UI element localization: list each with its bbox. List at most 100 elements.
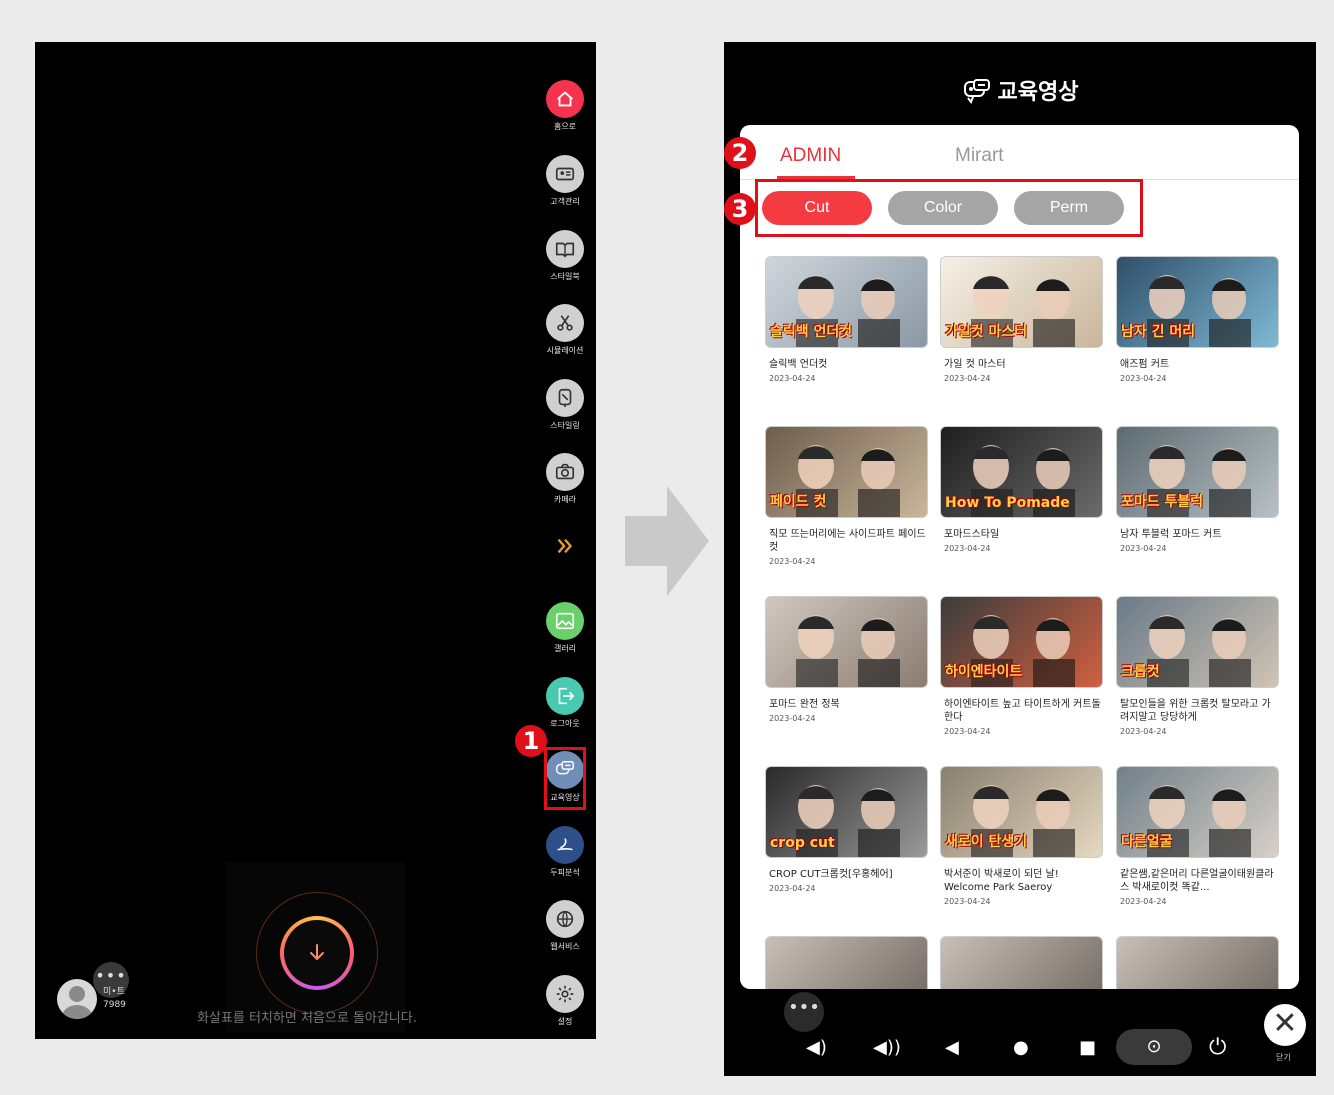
video-card[interactable]: 페이드 컷직모 뜨는머리에는 사이드파트 페이드컷 2023-04-24	[765, 426, 928, 566]
download-button[interactable]	[280, 916, 354, 990]
menu-item-home[interactable]: 홈으로	[543, 80, 587, 132]
video-panel: ADMIN Mirart Cut Color Perm 슬릭백 언더컷 슬릭백 언더컷…	[740, 125, 1299, 989]
avatar[interactable]	[57, 979, 97, 1019]
annotation-badge-3: 3	[724, 193, 756, 225]
video-date: 2023-04-24	[944, 897, 991, 906]
book-icon	[546, 230, 584, 268]
double-chevron-icon	[546, 527, 584, 565]
video-title: 하이엔타이트 높고 타이트하게 커트돌한다	[944, 699, 1101, 723]
scalp-icon	[546, 826, 584, 864]
video-thumbnail[interactable]: 남자 긴 머리	[1116, 256, 1279, 348]
video-date: 2023-04-24	[944, 727, 991, 736]
video-date: 2023-04-24	[769, 374, 816, 383]
video-date: 2023-04-24	[944, 374, 991, 383]
video-thumbnail[interactable]: 하이엔타이트	[940, 596, 1103, 688]
video-title: 같은쌤,같은머리 다른얼굴이태원클라스 박새로이컷 똑같...	[1120, 869, 1274, 893]
video-date: 2023-04-24	[1120, 374, 1167, 383]
scissors-icon	[546, 304, 584, 342]
video-date: 2023-04-24	[944, 544, 991, 553]
thumbnail-caption: 가일컷 마스터	[945, 324, 1028, 340]
menu-item-globe[interactable]: 웹서비스	[543, 900, 587, 952]
menu-label: 스타일링	[550, 421, 580, 430]
video-card[interactable]: 새로이 탄생기박서준이 박새로이 되던 날! Welcome Park Saer…	[940, 766, 1103, 906]
arrow-down-icon	[310, 944, 324, 961]
annotation-badge-1: 1	[515, 725, 547, 757]
video-thumbnail[interactable]: 슬릭백 언더컷	[765, 256, 928, 348]
highlight-box-chips	[755, 179, 1143, 237]
id-card-icon	[546, 155, 584, 193]
system-nav-bar: ◀︎) ◀︎)) ◀ ● ■ ⊙ ⏻	[724, 1029, 1316, 1077]
more-dots-button[interactable]: •••	[784, 992, 824, 1032]
menu-item-double-chevron[interactable]	[543, 527, 587, 565]
video-card[interactable]: 슬릭백 언더컷 슬릭백 언더컷 2023-04-24	[765, 256, 928, 383]
thumbnail-caption: crop cut	[770, 835, 835, 851]
video-thumbnail[interactable]: 새로이 탄생기	[940, 766, 1103, 858]
video-card[interactable]: 포마드 투블럭 남자 투블럭 포마드 커트 2023-04-24	[1116, 426, 1279, 553]
user-count: 7989	[103, 1000, 126, 1010]
menu-item-gallery[interactable]: 갤러리	[543, 602, 587, 654]
video-date: 2023-04-24	[1120, 727, 1167, 736]
power-icon[interactable]: ⏻	[1209, 1035, 1226, 1060]
video-thumbnail[interactable]: 포마드 투블럭	[1116, 426, 1279, 518]
recents-icon[interactable]: ■	[1079, 1037, 1096, 1058]
gear-icon	[546, 975, 584, 1013]
video-date: 2023-04-24	[1120, 544, 1167, 553]
video-thumbnail[interactable]	[940, 936, 1103, 989]
menu-label: 두피분석	[550, 868, 580, 877]
video-date: 2023-04-24	[769, 884, 816, 893]
page-title: 교육영상	[724, 74, 1316, 106]
menu-item-camera[interactable]: 카메라	[543, 453, 587, 505]
video-title: 직모 뜨는머리에는 사이드파트 페이드컷	[769, 529, 926, 553]
video-title: 가일 컷 마스터	[944, 359, 1006, 370]
menu-item-gear[interactable]: 설정	[543, 975, 587, 1027]
thumbnail-caption: 남자 긴 머리	[1121, 324, 1196, 340]
volume-down-icon[interactable]: ◀︎)	[806, 1037, 827, 1058]
video-thumbnail[interactable]: crop cut	[765, 766, 928, 858]
menu-label: 설정	[557, 1017, 573, 1026]
video-thumbnail[interactable]: 크롭컷	[1116, 596, 1279, 688]
video-card[interactable]: 남자 긴 머리 애즈펌 커트 2023-04-24	[1116, 256, 1279, 383]
thumbnail-caption: 새로이 탄생기	[945, 834, 1028, 850]
thumbnail-caption: How To Pomade	[945, 495, 1070, 511]
video-thumbnail[interactable]: 가일컷 마스터	[940, 256, 1103, 348]
video-thumbnail[interactable]: 다른얼굴	[1116, 766, 1279, 858]
video-card[interactable]: How To Pomade 포마드스타일 2023-04-24	[940, 426, 1103, 553]
video-date: 2023-04-24	[769, 714, 816, 723]
back-icon[interactable]: ◀	[945, 1037, 959, 1058]
home-icon	[546, 80, 584, 118]
thumbnail-caption: 포마드 투블럭	[1121, 494, 1204, 510]
menu-item-scalp[interactable]: 두피분석	[543, 826, 587, 878]
highlight-box-education	[544, 747, 586, 810]
menu-item-scissors[interactable]: 시뮬레이션	[543, 304, 587, 356]
video-card[interactable]: 다른얼굴 같은쌤,같은머리 다른얼굴이태원클라스 박새로이컷 똑같... 2023-…	[1116, 766, 1279, 906]
menu-item-logout[interactable]: 로그아웃	[543, 677, 587, 729]
video-thumbnail[interactable]: 페이드 컷	[765, 426, 928, 518]
mirror-icon	[546, 379, 584, 417]
thumbnail-caption: 하이엔타이트	[945, 664, 1023, 680]
volume-up-icon[interactable]: ◀︎))	[873, 1037, 901, 1058]
menu-label: 웹서비스	[550, 942, 580, 951]
tab-mirart[interactable]: Mirart	[955, 145, 1004, 167]
video-card[interactable]: 포마드 완전 정복 2023-04-24	[765, 596, 928, 723]
menu-item-mirror[interactable]: 스타일링	[543, 379, 587, 431]
video-thumbnail[interactable]	[765, 596, 928, 688]
menu-label: 로그아웃	[550, 719, 580, 728]
video-card[interactable]: crop cut CROP CUT크롭컷[우홍헤어] 2023-04-24	[765, 766, 928, 893]
video-title: 포마드스타일	[944, 529, 1000, 540]
menu-item-id-card[interactable]: 고객관리	[543, 155, 587, 207]
home-nav-icon[interactable]: ●	[1013, 1037, 1029, 1058]
video-thumbnail[interactable]: How To Pomade	[940, 426, 1103, 518]
annotation-badge-2: 2	[724, 137, 756, 169]
video-title: 박서준이 박새로이 되던 날! Welcome Park Saeroy	[944, 869, 1059, 893]
video-thumbnail[interactable]	[1116, 936, 1279, 989]
screenshot-icon[interactable]: ⊙	[1116, 1029, 1192, 1065]
video-date: 2023-04-24	[769, 557, 816, 566]
video-thumbnail[interactable]	[765, 936, 928, 989]
menu-item-book[interactable]: 스타일북	[543, 230, 587, 282]
video-card[interactable]: 크롭컷 탈모인들을 위한 크롭컷 탈모라고 가려지말고 당당하게 2023-04-2…	[1116, 596, 1279, 736]
video-card[interactable]: 하이엔타이트하이엔타이트 높고 타이트하게 커트돌한다 2023-04-24	[940, 596, 1103, 736]
tab-admin[interactable]: ADMIN	[780, 145, 841, 167]
thumbnail-caption: 페이드 컷	[770, 494, 827, 510]
video-card[interactable]: 가일컷 마스터가일 컷 마스터 2023-04-24	[940, 256, 1103, 383]
video-chat-icon	[963, 79, 990, 105]
